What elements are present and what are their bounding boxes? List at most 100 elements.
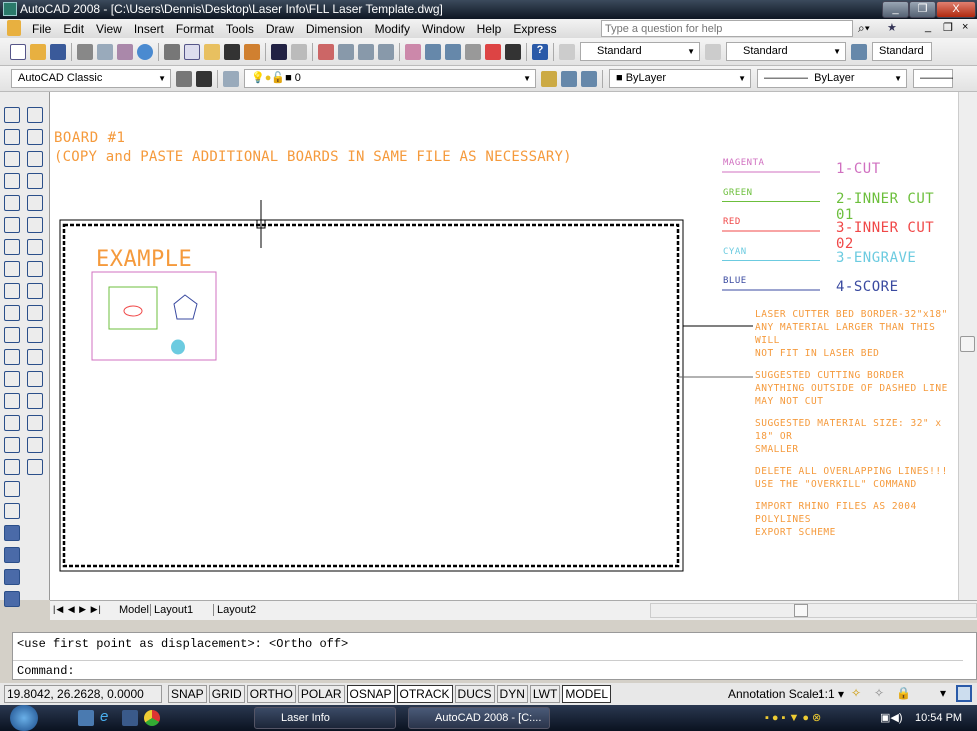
scale-icon[interactable]: [27, 261, 43, 277]
polyline-icon[interactable]: [4, 151, 20, 167]
plot-preview-icon[interactable]: [97, 43, 113, 60]
publish-icon[interactable]: [117, 43, 133, 60]
command-input[interactable]: [85, 662, 885, 678]
draw-order-front-icon[interactable]: [4, 525, 20, 541]
toggle-dyn[interactable]: DYN: [496, 685, 528, 703]
menu-dimension[interactable]: Dimension: [300, 22, 369, 36]
plot-icon[interactable]: [77, 43, 93, 60]
redo-icon[interactable]: [291, 43, 307, 60]
save-icon[interactable]: [50, 43, 66, 60]
menu-express[interactable]: Express: [507, 22, 562, 36]
menu-draw[interactable]: Draw: [260, 22, 300, 36]
gradient-icon[interactable]: [4, 437, 20, 453]
web-icon[interactable]: [137, 43, 153, 60]
ellipse-icon[interactable]: [4, 305, 20, 321]
menu-format[interactable]: Format: [170, 22, 220, 36]
toggle-snap[interactable]: SNAP: [168, 685, 207, 703]
circle-icon[interactable]: [4, 239, 20, 255]
chamfer-icon[interactable]: [27, 415, 43, 431]
tab-layout1[interactable]: Layout1: [150, 604, 193, 616]
new-icon[interactable]: [10, 43, 26, 60]
layer-lock-icon[interactable]: 🔓: [271, 72, 285, 84]
internet-explorer-icon[interactable]: e: [100, 708, 108, 725]
doc-close-button[interactable]: ×: [962, 21, 968, 33]
layer-select[interactable]: 💡●🔓■ 0 ▼: [244, 69, 536, 88]
make-layer-current-icon[interactable]: [541, 70, 557, 87]
restore-button[interactable]: ❐: [909, 1, 936, 18]
search-icon[interactable]: ⌕▾: [858, 21, 870, 36]
trim-icon[interactable]: [27, 305, 43, 321]
line-icon[interactable]: [4, 107, 20, 123]
spline-icon[interactable]: [4, 283, 20, 299]
close-button[interactable]: X: [936, 1, 976, 18]
horizontal-scroll-thumb[interactable]: [794, 604, 808, 617]
undo-icon[interactable]: [271, 43, 287, 60]
annotation-visibility-icon[interactable]: ✧: [851, 686, 861, 700]
layer-properties-icon[interactable]: [223, 70, 239, 87]
table-style-icon[interactable]: [851, 43, 867, 60]
toolbar-lock-icon[interactable]: 🔒: [896, 686, 911, 700]
pan-icon[interactable]: [318, 43, 334, 60]
explode-icon[interactable]: [27, 459, 43, 475]
region-icon[interactable]: [4, 459, 20, 475]
multiline-text-icon[interactable]: [4, 503, 20, 519]
rotate-icon[interactable]: [27, 239, 43, 255]
offset-icon[interactable]: [27, 173, 43, 189]
menu-file[interactable]: File: [26, 22, 57, 36]
switch-windows-icon[interactable]: [122, 710, 138, 726]
lineweight-select[interactable]: ———: [913, 69, 953, 88]
help-search-input[interactable]: [601, 20, 853, 37]
doc-minimize-button[interactable]: _: [925, 21, 931, 33]
menu-help[interactable]: Help: [471, 22, 508, 36]
menu-modify[interactable]: Modify: [369, 22, 416, 36]
paste-icon[interactable]: [204, 43, 220, 60]
erase-icon[interactable]: [27, 107, 43, 123]
tab-navigation-arrows[interactable]: |◀ ◀ ▶ ▶|: [53, 604, 102, 615]
favorites-star-icon[interactable]: ★: [887, 21, 897, 34]
linetype-select[interactable]: ———— ByLayer ▼: [757, 69, 907, 88]
menu-window[interactable]: Window: [416, 22, 471, 36]
open-icon[interactable]: [30, 43, 46, 60]
zoom-realtime-icon[interactable]: [338, 43, 354, 60]
polygon-icon[interactable]: [4, 173, 20, 189]
status-menu-arrow[interactable]: ▾: [940, 686, 946, 700]
autocad-menu-icon[interactable]: [7, 20, 21, 36]
menu-view[interactable]: View: [90, 22, 128, 36]
workspace-select[interactable]: AutoCAD Classic ▼: [11, 69, 171, 88]
calculator-icon[interactable]: [505, 43, 521, 60]
menu-edit[interactable]: Edit: [57, 22, 90, 36]
tab-model[interactable]: Model: [119, 604, 149, 616]
start-button[interactable]: [10, 705, 38, 731]
zoom-previous-icon[interactable]: [378, 43, 394, 60]
task-laser-info[interactable]: Laser Info: [254, 707, 396, 729]
doc-restore-button[interactable]: ❐: [943, 21, 953, 34]
block-editor-icon[interactable]: [244, 43, 260, 60]
vertical-scrollbar[interactable]: [958, 92, 977, 600]
table-icon[interactable]: [4, 481, 20, 497]
toggle-model[interactable]: MODEL: [562, 685, 612, 703]
fillet-icon[interactable]: [27, 437, 43, 453]
rectangle-icon[interactable]: [4, 195, 20, 211]
layer-states-icon[interactable]: [581, 70, 597, 87]
ellipse-arc-icon[interactable]: [4, 327, 20, 343]
menu-insert[interactable]: Insert: [128, 22, 170, 36]
extend-icon[interactable]: [27, 327, 43, 343]
coordinates-readout[interactable]: 19.8042, 26.2628, 0.0000: [4, 685, 162, 703]
arc-icon[interactable]: [4, 217, 20, 233]
vertical-scroll-thumb[interactable]: [960, 336, 975, 352]
dim-style-select[interactable]: Standard ▼: [726, 42, 846, 61]
zoom-window-icon[interactable]: [358, 43, 374, 60]
bring-above-icon[interactable]: [4, 569, 20, 585]
horizontal-scrollbar[interactable]: [650, 603, 977, 618]
clean-screen-icon[interactable]: [956, 685, 972, 702]
toggle-lwt[interactable]: LWT: [529, 685, 561, 703]
break-icon[interactable]: [27, 371, 43, 387]
markup-icon[interactable]: [485, 43, 501, 60]
mirror-icon[interactable]: [27, 151, 43, 167]
my-workspace-icon[interactable]: [196, 70, 212, 87]
tool-palettes-icon[interactable]: [445, 43, 461, 60]
show-desktop-icon[interactable]: [78, 710, 94, 726]
tab-layout2[interactable]: Layout2: [213, 604, 256, 616]
toggle-otrack[interactable]: OTRACK: [396, 685, 453, 703]
array-icon[interactable]: [27, 195, 43, 211]
